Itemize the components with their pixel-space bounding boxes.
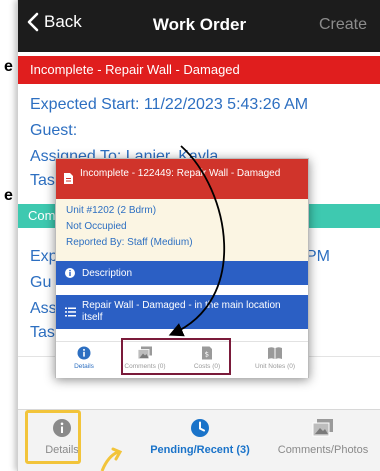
description-text: Repair Wall - Damaged - in the main loca… xyxy=(82,300,281,323)
slide-text-fragment: e xyxy=(4,58,13,75)
expected-start: Expected Start: 11/22/2023 5:43:26 AM xyxy=(30,96,309,113)
description-item[interactable]: Repair Wall - Damaged - in the main loca… xyxy=(56,295,308,329)
spacer xyxy=(56,285,308,295)
popup-tab-details[interactable]: Details xyxy=(57,346,111,370)
tab-comments-photos[interactable]: Comments/Photos xyxy=(273,418,373,456)
description-header[interactable]: Description xyxy=(56,261,308,285)
tab-label: Unit Notes (0) xyxy=(254,363,296,370)
annotation-highlight-box xyxy=(25,410,81,464)
list-icon xyxy=(65,307,76,317)
popup-header[interactable]: Incomplete - 122449: Repair Wall - Damag… xyxy=(56,159,308,199)
document-icon xyxy=(64,173,73,184)
occupancy-status: Not Occupied xyxy=(66,221,127,232)
tab-label: Pending/Recent (3) xyxy=(150,444,250,456)
popup-summary: Unit #1202 (2 Bdrm) Not Occupied Reporte… xyxy=(56,199,308,261)
unit-label: Unit #1202 (2 Bdrm) xyxy=(66,205,157,216)
expected-start-tail: PM xyxy=(306,248,330,265)
slide-text-fragment: e xyxy=(4,187,13,204)
tab-label: Details xyxy=(74,363,94,370)
reported-by: Reported By: Staff (Medium) xyxy=(66,237,193,248)
guest-field: Gu xyxy=(30,274,52,291)
task-field: Tas xyxy=(30,324,55,341)
photos-icon xyxy=(312,419,333,437)
annotation-highlight-box xyxy=(121,338,231,375)
book-icon xyxy=(268,347,282,359)
task-field: Tas xyxy=(30,172,55,189)
navigation-bar: Back Work Order Create xyxy=(18,0,380,52)
description-label: Description xyxy=(82,268,133,279)
assigned-to: Ass xyxy=(30,300,57,317)
guest-field: Guest: xyxy=(30,122,78,139)
info-icon xyxy=(77,346,91,360)
info-icon xyxy=(65,268,75,278)
popup-tab-unit-notes[interactable]: Unit Notes (0) xyxy=(248,346,302,370)
tab-label: Comments/Photos xyxy=(277,444,369,456)
status-banner-label: Com xyxy=(28,208,56,223)
status-banner[interactable]: Incomplete - Repair Wall - Damaged xyxy=(18,56,380,84)
clock-icon xyxy=(191,419,209,437)
expected-start: Exp xyxy=(30,248,58,265)
popup-header-text: Incomplete - 122449: Repair Wall - Damag… xyxy=(80,168,281,179)
create-button[interactable]: Create xyxy=(319,16,367,34)
tab-pending-recent[interactable]: Pending/Recent (3) xyxy=(140,418,260,456)
